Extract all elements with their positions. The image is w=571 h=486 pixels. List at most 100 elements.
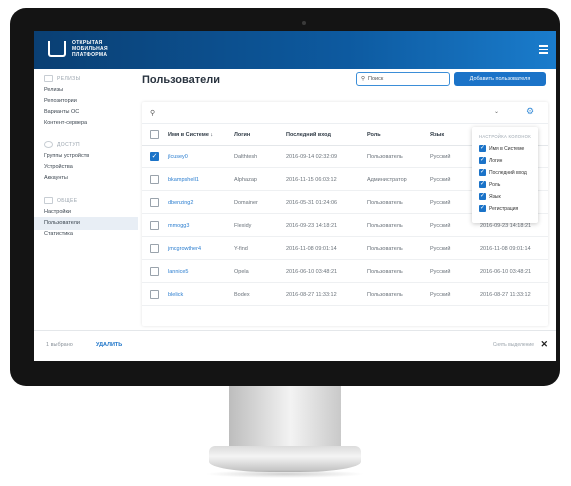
cell-role: Пользователь <box>367 200 403 206</box>
close-icon[interactable]: ✕ <box>540 339 548 350</box>
column-toggle-label: Роль <box>489 181 501 188</box>
gear-icon[interactable]: ⚙ <box>526 106 534 117</box>
column-toggle-label: Язык <box>489 193 501 200</box>
col-login[interactable]: Логин <box>234 132 250 138</box>
cell-login: Y-find <box>234 246 248 252</box>
row-checkbox[interactable] <box>150 267 159 276</box>
row-checkbox[interactable] <box>150 221 159 230</box>
table-row[interactable]: blelick Bodex 2016-08-27 11:33:12 Пользоват… <box>142 284 548 306</box>
cell-name[interactable]: bkampshell1 <box>168 177 199 183</box>
cell-reg: 2016-09-23 14:18:21 <box>480 223 532 229</box>
cell-lang: Русский <box>430 246 451 252</box>
selected-count: 1 выбрано <box>46 342 73 348</box>
cell-last: 2016-11-15 06:03:12 <box>286 177 337 183</box>
col-language[interactable]: Язык <box>430 132 444 138</box>
checkbox-checked-icon[interactable]: ✓ <box>479 169 486 176</box>
column-toggle-label: Последний вход <box>489 169 527 176</box>
row-checkbox[interactable]: ✓ <box>150 152 159 161</box>
filter-search-icon[interactable]: ⚲ <box>150 109 155 117</box>
cell-role: Пользователь <box>367 154 403 160</box>
col-role[interactable]: Роль <box>367 132 381 138</box>
sidebar-item-devices[interactable]: Устройства <box>44 164 73 170</box>
column-toggle[interactable]: ✓ Логин <box>479 157 502 164</box>
column-settings-title: НАСТРОЙКА КОЛОНОК <box>479 134 531 139</box>
column-toggle[interactable]: ✓ Последний вход <box>479 169 527 176</box>
column-toggle[interactable]: ✓ Регистрация <box>479 205 518 212</box>
table-row[interactable]: lannice5 Opela 2016-06-10 03:48:21 Пользова… <box>142 261 548 283</box>
menu-icon[interactable] <box>539 45 548 54</box>
column-settings-popup: НАСТРОЙКА КОЛОНОК ✓ Имя в Системе ✓ Логин ✓ П… <box>472 127 538 223</box>
sidebar-section-general: ОБЩЕЕ <box>44 197 78 204</box>
cell-role: Администратор <box>367 177 407 183</box>
cell-last: 2016-09-14 02:32:09 <box>286 154 338 160</box>
row-checkbox[interactable] <box>150 175 159 184</box>
column-toggle[interactable]: ✓ Роль <box>479 181 500 188</box>
screen: ОТКРЫТАЯ МОБИЛЬНАЯ ПЛАТФОРМА РЕЛИЗЫ Рели… <box>34 31 556 361</box>
sidebar-item-settings[interactable]: Настройки <box>44 209 71 215</box>
checkbox-checked-icon[interactable]: ✓ <box>479 181 486 188</box>
filter-row: ⚲ ⌄ ⚙ <box>142 102 548 124</box>
cell-login: Flexidy <box>234 223 252 229</box>
cell-lang: Русский <box>430 269 451 275</box>
search-input[interactable]: ⚲ Поиск <box>356 72 450 86</box>
sidebar-item-users[interactable]: Пользователи <box>44 220 80 226</box>
add-user-button[interactable]: Добавить пользователя <box>454 72 546 86</box>
clear-selection-link[interactable]: Снять выделение <box>493 342 534 348</box>
table-row[interactable]: jmcgrowther4 Y-find 2016-11-08 09:01:14 Пол… <box>142 238 548 260</box>
sidebar-item-releases[interactable]: Релизы <box>44 87 63 93</box>
cell-lang: Русский <box>430 200 451 206</box>
camera-dot <box>302 21 306 25</box>
cell-lang: Русский <box>430 223 451 229</box>
col-last-login[interactable]: Последний вход <box>286 132 331 138</box>
cell-login: Alphazap <box>234 177 257 183</box>
checkbox-checked-icon[interactable]: ✓ <box>479 193 486 200</box>
sidebar-item-accounts[interactable]: Аккаунты <box>44 175 68 181</box>
cell-last: 2016-08-27 11:33:12 <box>286 292 337 298</box>
cell-name[interactable]: jmcgrowther4 <box>168 246 201 252</box>
cell-name[interactable]: lannice5 <box>168 269 189 275</box>
releases-icon <box>44 75 53 82</box>
cell-name[interactable]: blelick <box>168 292 183 298</box>
chart-icon <box>44 197 53 204</box>
app-header: ОТКРЫТАЯ МОБИЛЬНАЯ ПЛАТФОРМА <box>34 31 556 69</box>
row-checkbox[interactable] <box>150 244 159 253</box>
delete-button[interactable]: УДАЛИТЬ <box>96 342 122 348</box>
checkbox-checked-icon[interactable]: ✓ <box>479 145 486 152</box>
sidebar-item-statistics[interactable]: Статистика <box>44 231 73 237</box>
cell-role: Пользователь <box>367 246 403 252</box>
chevron-down-icon[interactable]: ⌄ <box>494 108 499 115</box>
row-checkbox[interactable] <box>150 290 159 299</box>
col-name[interactable]: Имя в Системе ↓ <box>168 132 213 138</box>
cell-name[interactable]: jlcusey0 <box>168 154 188 160</box>
row-checkbox[interactable] <box>150 198 159 207</box>
cell-lang: Русский <box>430 177 451 183</box>
cell-name[interactable]: mmogg3 <box>168 223 189 229</box>
sidebar-item-content-servers[interactable]: Контент-сервера <box>44 120 87 126</box>
cell-role: Пользователь <box>367 292 403 298</box>
sidebar-item-os-variants[interactable]: Варианты ОС <box>44 109 79 115</box>
page-title: Пользователи <box>142 74 221 86</box>
cell-role: Пользователь <box>367 269 403 275</box>
cell-login: Domainer <box>234 200 258 206</box>
checkbox-checked-icon[interactable]: ✓ <box>479 205 486 212</box>
logo-text[interactable]: ОТКРЫТАЯ МОБИЛЬНАЯ ПЛАТФОРМА <box>72 40 132 58</box>
search-icon: ⚲ <box>361 76 366 82</box>
column-toggle-label: Регистрация <box>489 205 519 212</box>
column-toggle[interactable]: ✓ Язык <box>479 193 501 200</box>
sidebar-section-access: ДОСТУП <box>44 141 80 148</box>
cell-login: Dalthtesh <box>234 154 258 160</box>
cell-name[interactable]: dbenzing2 <box>168 200 193 206</box>
cell-reg: 2016-11-08 09:01:14 <box>480 246 531 252</box>
cell-login: Opela <box>234 269 249 275</box>
column-toggle[interactable]: ✓ Имя в Системе <box>479 145 524 152</box>
select-all-checkbox[interactable] <box>150 130 159 139</box>
cell-last: 2016-09-23 14:18:21 <box>286 223 338 229</box>
checkbox-checked-icon[interactable]: ✓ <box>479 157 486 164</box>
monitor-stand-neck <box>229 386 341 448</box>
selection-bar: 1 выбрано УДАЛИТЬ Снять выделение ✕ <box>34 330 556 361</box>
monitor-stand-base <box>209 446 361 472</box>
sidebar-item-device-groups[interactable]: Группы устройств <box>44 153 89 159</box>
cell-lang: Русский <box>430 292 451 298</box>
cell-last: 2016-11-08 09:01:14 <box>286 246 337 252</box>
sidebar-item-repositories[interactable]: Репозитории <box>44 98 77 104</box>
